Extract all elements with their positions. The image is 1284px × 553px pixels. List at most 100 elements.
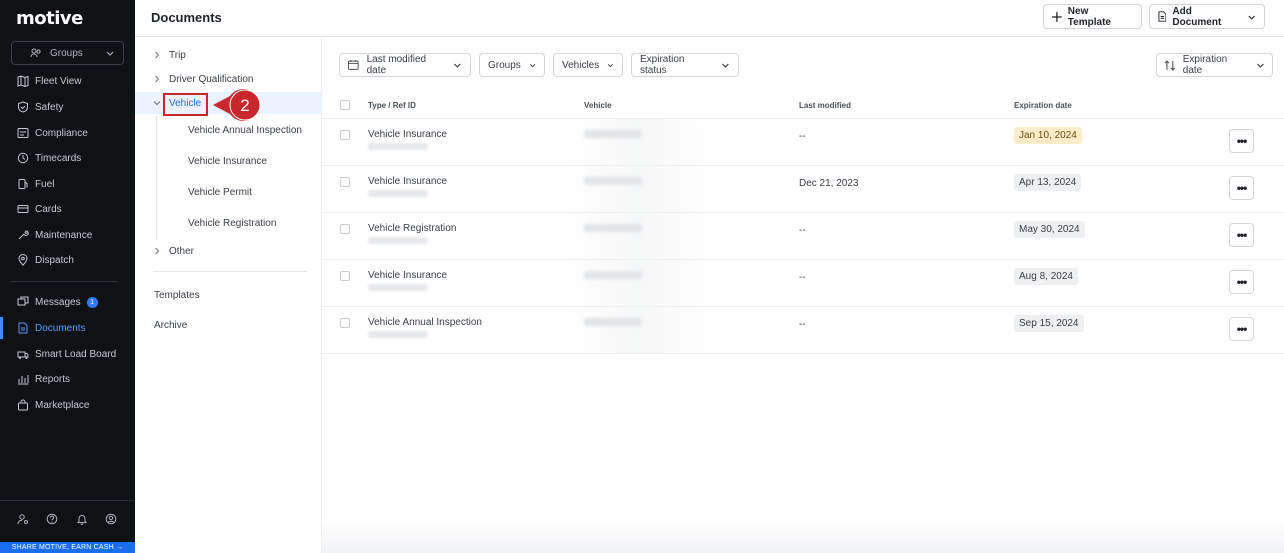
tree-item-other[interactable]: Other — [135, 240, 194, 262]
sidebar-item-messages[interactable]: Messages 1 — [0, 291, 135, 313]
sidebar-item-fleet-view[interactable]: Fleet View — [0, 70, 135, 92]
ref-id-redacted — [368, 237, 428, 244]
step-callout: 2 — [213, 89, 261, 121]
groups-dropdown[interactable]: Groups — [11, 41, 124, 65]
row-more-button[interactable]: ••• — [1229, 317, 1254, 341]
row-more-button[interactable]: ••• — [1229, 129, 1254, 153]
sidebar-item-label: Messages — [35, 296, 81, 308]
filter-label: Vehicles — [562, 59, 600, 71]
chevron-down-icon — [529, 63, 536, 67]
motive-logo[interactable]: motive — [16, 8, 83, 29]
column-header-type[interactable]: Type / Ref ID — [368, 101, 416, 110]
new-template-button[interactable]: New Template — [1043, 4, 1142, 29]
document-type[interactable]: Vehicle Annual Inspection — [368, 317, 482, 328]
last-modified: -- — [799, 319, 806, 330]
sidebar-item-fuel[interactable]: Fuel — [0, 173, 135, 195]
row-more-button[interactable]: ••• — [1229, 176, 1254, 200]
app-window: motive Groups Fleet View Safety Complian… — [0, 0, 1284, 553]
chevron-down-icon — [1257, 63, 1264, 68]
groups-icon — [30, 48, 41, 58]
map-icon — [17, 75, 29, 87]
row-checkbox[interactable] — [340, 130, 350, 140]
bell-icon[interactable] — [76, 513, 88, 525]
document-type[interactable]: Vehicle Insurance — [368, 176, 447, 187]
table-row[interactable]: Vehicle Insurance -- Aug 8, 2024 ••• — [322, 260, 1284, 307]
templates-link[interactable]: Templates — [154, 290, 200, 301]
last-modified: -- — [799, 131, 806, 142]
tree-item-label: Other — [169, 245, 195, 257]
column-header-last-modified[interactable]: Last modified — [799, 101, 851, 110]
sidebar-bottom-divider — [0, 500, 135, 501]
help-icon[interactable] — [46, 513, 58, 525]
expiration-status-filter[interactable]: Expiration status — [631, 53, 739, 77]
sidebar-item-label: Maintenance — [35, 229, 93, 241]
row-checkbox[interactable] — [340, 318, 350, 328]
groups-filter[interactable]: Groups — [479, 53, 545, 77]
sidebar-item-timecards[interactable]: Timecards — [0, 147, 135, 169]
filter-label: Groups — [488, 59, 521, 71]
dispatch-icon — [18, 254, 28, 266]
sidebar-item-label: Smart Load Board — [35, 348, 117, 360]
row-more-button[interactable]: ••• — [1229, 270, 1254, 294]
sidebar-item-cards[interactable]: Cards — [0, 198, 135, 220]
account-icon[interactable] — [105, 513, 117, 525]
sort-expiration-date-button[interactable]: Expiration date — [1156, 53, 1273, 77]
ref-id-redacted — [368, 284, 428, 291]
tree-item-trip[interactable]: Trip — [135, 44, 186, 66]
table-row[interactable]: Vehicle Insurance Dec 21, 2023 Apr 13, 2… — [322, 166, 1284, 213]
sidebar-item-reports[interactable]: Reports — [0, 368, 135, 390]
document-type[interactable]: Vehicle Registration — [368, 223, 456, 234]
sidebar-item-marketplace[interactable]: Marketplace — [0, 394, 135, 416]
add-document-button[interactable]: Add Document — [1149, 4, 1265, 29]
card-icon — [17, 205, 29, 213]
table-header: Type / Ref ID Vehicle Last modified Expi… — [322, 94, 1284, 119]
user-settings-icon[interactable] — [17, 513, 29, 525]
expiration-date-badge: Apr 13, 2024 — [1014, 174, 1082, 191]
column-header-expiration-date[interactable]: Expiration date — [1014, 101, 1072, 110]
select-all-checkbox[interactable] — [340, 100, 350, 110]
messages-icon — [17, 296, 29, 306]
sidebar-item-dispatch[interactable]: Dispatch — [0, 249, 135, 271]
wrench-icon — [18, 230, 29, 240]
archive-link[interactable]: Archive — [154, 320, 187, 331]
vehicle-name-redacted — [584, 177, 642, 185]
bottom-shadow — [322, 520, 1284, 553]
row-checkbox[interactable] — [340, 271, 350, 281]
plus-icon — [1052, 11, 1062, 22]
vehicles-filter[interactable]: Vehicles — [553, 53, 623, 77]
sidebar-item-documents[interactable]: Documents — [0, 317, 135, 339]
shield-icon — [18, 101, 28, 113]
tree-child-vehicle-permit[interactable]: Vehicle Permit — [188, 187, 252, 198]
row-more-button[interactable]: ••• — [1229, 223, 1254, 247]
document-icon — [18, 322, 28, 334]
row-checkbox[interactable] — [340, 224, 350, 234]
column-header-vehicle[interactable]: Vehicle — [584, 101, 612, 110]
clock-icon — [17, 152, 29, 164]
sidebar-item-maintenance[interactable]: Maintenance — [0, 224, 135, 246]
calendar-icon — [348, 60, 359, 70]
sidebar-item-label: Compliance — [35, 127, 88, 139]
sidebar-item-smart-load-board[interactable]: Smart Load Board — [0, 343, 135, 365]
table-row[interactable]: Vehicle Insurance -- Jan 10, 2024 ••• — [322, 119, 1284, 166]
last-modified-date-filter[interactable]: Last modified date — [339, 53, 471, 77]
ref-id-redacted — [368, 190, 428, 197]
row-checkbox[interactable] — [340, 177, 350, 187]
tree-child-vehicle-registration[interactable]: Vehicle Registration — [188, 218, 276, 229]
table-row[interactable]: Vehicle Registration -- May 30, 2024 ••• — [322, 213, 1284, 260]
chevron-down-icon — [454, 63, 461, 68]
sidebar-item-compliance[interactable]: Compliance — [0, 122, 135, 144]
tree-child-vehicle-insurance[interactable]: Vehicle Insurance — [188, 156, 267, 167]
tree-guide-line — [156, 116, 157, 240]
table-row[interactable]: Vehicle Annual Inspection -- Sep 15, 202… — [322, 307, 1284, 354]
filter-label: Last modified date — [366, 54, 427, 76]
sidebar-item-label: Marketplace — [35, 399, 90, 411]
sidebar-item-label: Documents — [35, 322, 86, 334]
sidebar-item-label: Safety — [35, 101, 64, 113]
tree-child-vehicle-annual-inspection[interactable]: Vehicle Annual Inspection — [188, 125, 302, 136]
share-motive-banner[interactable]: SHARE MOTIVE, EARN CASH → — [0, 542, 135, 553]
tree-item-driver-qualification[interactable]: Driver Qualification — [135, 68, 253, 90]
document-type[interactable]: Vehicle Insurance — [368, 129, 447, 140]
sidebar-item-safety[interactable]: Safety — [0, 96, 135, 118]
vehicle-name-redacted — [584, 271, 642, 279]
document-type[interactable]: Vehicle Insurance — [368, 270, 447, 281]
